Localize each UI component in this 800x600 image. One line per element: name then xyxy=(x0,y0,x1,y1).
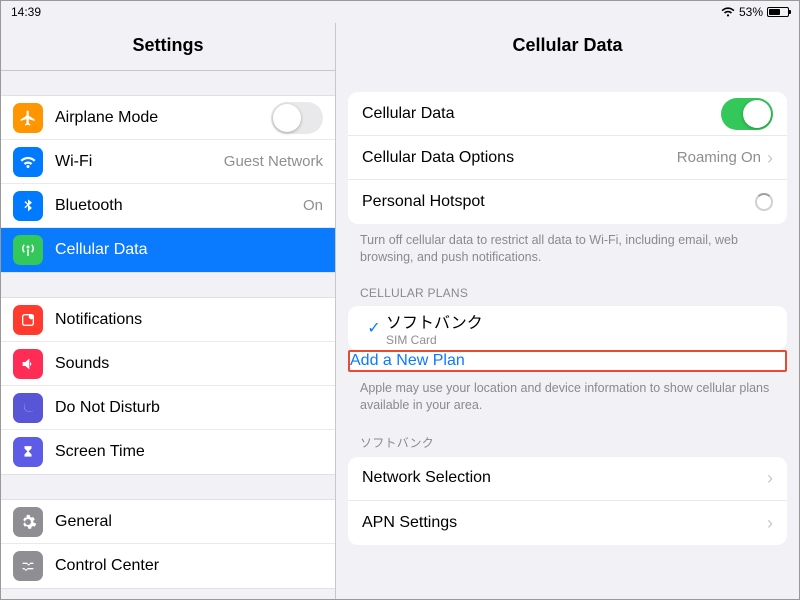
section-header-plans: CELLULAR PLANS xyxy=(336,270,799,306)
airplane-toggle[interactable] xyxy=(271,102,323,134)
sidebar-item-value: On xyxy=(303,197,323,214)
row-label: Cellular Data Options xyxy=(362,149,677,167)
checkmark-icon: ✓ xyxy=(362,318,386,338)
sidebar-item-label: Wi-Fi xyxy=(55,153,224,171)
row-cellular-data-options[interactable]: Cellular Data Options Roaming On › xyxy=(348,136,787,180)
sidebar-item-cellular-data[interactable]: Cellular Data xyxy=(1,228,335,272)
sidebar-item-notifications[interactable]: Notifications xyxy=(1,298,335,342)
sidebar-item-bluetooth[interactable]: Bluetooth On xyxy=(1,184,335,228)
row-network-selection[interactable]: Network Selection › xyxy=(348,457,787,501)
row-add-new-plan[interactable]: Add a New Plan xyxy=(350,352,785,370)
section-header-carrier: ソフトバンク xyxy=(336,418,799,457)
detail-title: Cellular Data xyxy=(336,23,799,70)
gear-icon xyxy=(13,507,43,537)
chevron-right-icon: › xyxy=(767,149,773,167)
sidebar-title: Settings xyxy=(1,23,335,71)
sliders-icon xyxy=(13,551,43,581)
row-cellular-plan[interactable]: ✓ ソフトバンク SIM Card xyxy=(348,306,787,350)
hourglass-icon xyxy=(13,437,43,467)
battery-percent: 53% xyxy=(739,5,763,19)
row-cellular-data[interactable]: Cellular Data xyxy=(348,92,787,136)
row-label: APN Settings xyxy=(362,514,767,532)
row-label: Personal Hotspot xyxy=(362,193,755,211)
row-personal-hotspot[interactable]: Personal Hotspot xyxy=(348,180,787,224)
sidebar-item-wifi[interactable]: Wi-Fi Guest Network xyxy=(1,140,335,184)
notifications-icon xyxy=(13,305,43,335)
footer-note: Apple may use your location and device i… xyxy=(336,372,799,418)
sidebar-item-label: General xyxy=(55,513,323,531)
sidebar-item-airplane-mode[interactable]: Airplane Mode xyxy=(1,96,335,140)
chevron-right-icon: › xyxy=(767,514,773,532)
battery-icon xyxy=(767,7,789,17)
sidebar-item-label: Sounds xyxy=(55,355,323,373)
sidebar-item-label: Bluetooth xyxy=(55,197,303,215)
sidebar-item-label: Airplane Mode xyxy=(55,109,271,127)
sidebar-item-label: Control Center xyxy=(55,557,323,575)
row-value: Roaming On xyxy=(677,149,761,166)
plan-subtitle: SIM Card xyxy=(386,333,773,347)
sidebar-item-label: Notifications xyxy=(55,311,323,329)
sidebar-item-label: Cellular Data xyxy=(55,241,323,259)
cellular-data-toggle[interactable] xyxy=(721,98,773,130)
clock: 14:39 xyxy=(11,5,41,19)
bluetooth-icon xyxy=(13,191,43,221)
sidebar-item-do-not-disturb[interactable]: Do Not Disturb xyxy=(1,386,335,430)
highlight-add-plan: Add a New Plan xyxy=(348,350,787,372)
sidebar-item-label: Screen Time xyxy=(55,443,323,461)
airplane-icon xyxy=(13,103,43,133)
footer-note: Turn off cellular data to restrict all d… xyxy=(336,224,799,270)
settings-sidebar: Settings Airplane Mode Wi-Fi Guest Netwo… xyxy=(1,23,336,599)
sidebar-item-sounds[interactable]: Sounds xyxy=(1,342,335,386)
wifi-icon xyxy=(13,147,43,177)
detail-pane: Cellular Data Cellular Data Cellular Dat… xyxy=(336,23,799,599)
chevron-right-icon: › xyxy=(767,469,773,487)
plan-name: ソフトバンク xyxy=(386,309,773,333)
sidebar-item-general[interactable]: General xyxy=(1,500,335,544)
sidebar-item-control-center[interactable]: Control Center xyxy=(1,544,335,588)
wifi-icon xyxy=(721,7,735,17)
sidebar-item-value: Guest Network xyxy=(224,153,323,170)
add-plan-link[interactable]: Add a New Plan xyxy=(350,352,465,369)
sidebar-item-screen-time[interactable]: Screen Time xyxy=(1,430,335,474)
row-label: Cellular Data xyxy=(362,105,721,123)
row-apn-settings[interactable]: APN Settings › xyxy=(348,501,787,545)
status-bar: 14:39 53% xyxy=(1,1,799,23)
antenna-icon xyxy=(13,235,43,265)
loading-spinner-icon xyxy=(755,193,773,211)
sounds-icon xyxy=(13,349,43,379)
sidebar-item-label: Do Not Disturb xyxy=(55,399,323,417)
row-label: Network Selection xyxy=(362,469,767,487)
moon-icon xyxy=(13,393,43,423)
